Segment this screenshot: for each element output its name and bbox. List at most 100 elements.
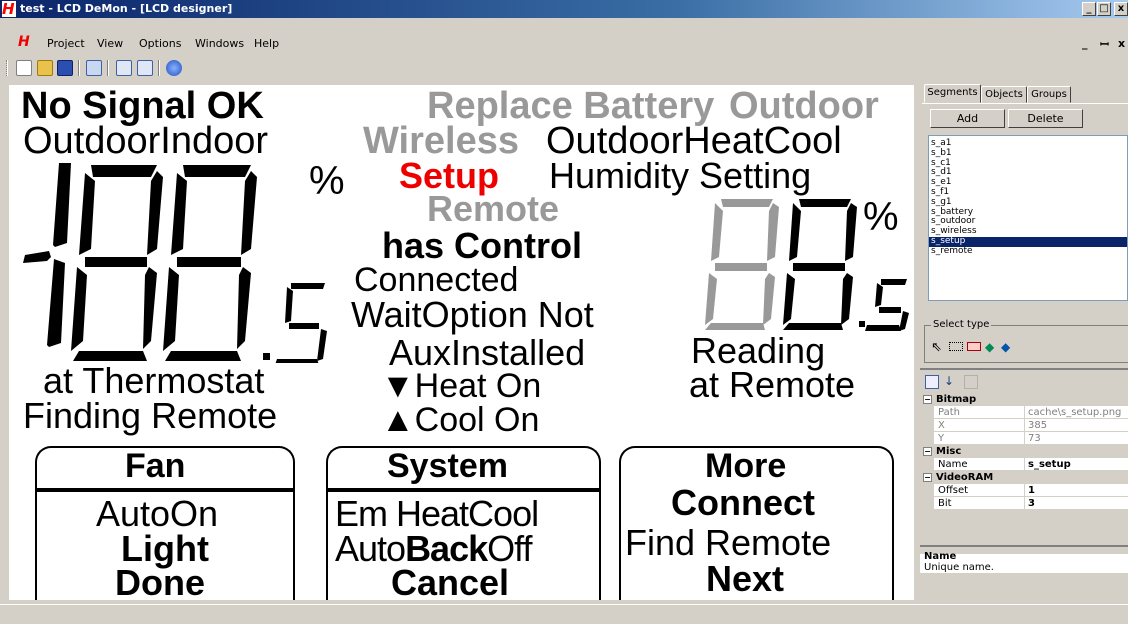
mdi-close-button[interactable]: x: [1118, 37, 1125, 50]
collapse-icon[interactable]: −: [923, 395, 932, 404]
segment-list[interactable]: s_a1 s_b1 s_c1 s_d1 s_e1 s_f1 s_g1 s_bat…: [928, 135, 1128, 301]
category-bitmap[interactable]: − Bitmap: [920, 393, 1128, 406]
lcd-system-cancel: Cancel: [391, 562, 510, 601]
digit-8-right-second: [783, 199, 857, 330]
tab-segments[interactable]: Segments: [924, 84, 981, 103]
toolbar-separator: [107, 60, 109, 76]
toolbar-separator: [158, 60, 160, 76]
lcd-fan-title: Fan: [125, 447, 186, 485]
lcd-fan-done: Done: [115, 562, 205, 601]
property-toolbar: ↓: [920, 368, 1128, 392]
preview-icon[interactable]: [166, 60, 182, 76]
mdi-restore-button[interactable]: ꟷ: [1100, 37, 1109, 52]
layout-icon[interactable]: [137, 60, 153, 76]
tab-objects[interactable]: Objects: [981, 86, 1027, 103]
lcd-system-title: System: [387, 447, 508, 485]
open-icon[interactable]: [37, 60, 53, 76]
segment-mode-icon[interactable]: [116, 60, 132, 76]
save-icon[interactable]: [57, 60, 73, 76]
menu-view[interactable]: View: [97, 37, 123, 50]
lcd-at-thermostat: at Thermostat: [43, 360, 265, 401]
toolbar: [0, 57, 1128, 79]
list-item[interactable]: s_a1: [929, 138, 1127, 149]
delete-button[interactable]: Delete: [1008, 109, 1083, 128]
prop-path[interactable]: Path cache\s_setup.png: [920, 406, 1128, 419]
help-title: Name: [924, 551, 957, 562]
lcd-connected: Connected: [354, 261, 519, 299]
close-button[interactable]: x: [1114, 2, 1128, 16]
menu-windows[interactable]: Windows: [195, 37, 244, 50]
fan-divider: [37, 488, 293, 492]
list-item[interactable]: s_d1: [929, 168, 1127, 178]
help-text: Unique name.: [924, 562, 994, 573]
list-item[interactable]: s_c1: [929, 158, 1127, 169]
lcd-finding-remote: Finding Remote: [23, 395, 278, 436]
list-item[interactable]: s_e1: [929, 177, 1127, 188]
property-pages-icon[interactable]: [964, 375, 978, 389]
prop-x[interactable]: X 385: [920, 419, 1128, 432]
right-panel: Segments Objects Groups Add Delete s_a1 …: [920, 84, 1128, 600]
prop-y[interactable]: Y 73: [920, 432, 1128, 445]
lcd-system-em-heat-cool: Em HeatCool: [335, 493, 539, 534]
menu-help[interactable]: Help: [254, 37, 279, 50]
system-divider: [328, 488, 599, 492]
toolbar-separator: [78, 60, 80, 76]
select-type-group: Select type ⇖ ◆ ◆: [924, 319, 1128, 363]
menu-project[interactable]: Project: [47, 37, 85, 50]
lcd-has-control: has Control: [382, 225, 583, 266]
categorized-icon[interactable]: [925, 375, 939, 389]
maximize-button[interactable]: □: [1097, 2, 1111, 16]
prop-name[interactable]: Name s_setup: [920, 458, 1128, 471]
add-button[interactable]: Add: [930, 109, 1005, 128]
leading-one: [23, 163, 71, 347]
alphabetical-icon[interactable]: ↓: [944, 374, 954, 388]
minimize-button[interactable]: _: [1082, 2, 1096, 16]
digit-8-first: [71, 165, 163, 361]
list-item[interactable]: s_f1: [929, 187, 1127, 198]
property-help: Name Unique name.: [920, 545, 1128, 600]
right-decimal-point: [859, 321, 865, 327]
lcd-more-connect: Connect: [671, 482, 815, 523]
rect-select-icon[interactable]: [949, 342, 963, 351]
lcd-at-remote: at Remote: [689, 364, 856, 405]
prop-offset[interactable]: Offset 1: [920, 484, 1128, 497]
fill-tool-icon[interactable]: ◆: [985, 340, 994, 354]
category-misc[interactable]: − Misc: [920, 445, 1128, 458]
bitmap-select-icon[interactable]: [967, 342, 981, 351]
prop-bit[interactable]: Bit 3: [920, 497, 1128, 510]
digit-8-second: [163, 165, 257, 361]
collapse-icon[interactable]: −: [923, 447, 932, 456]
tab-divider: [922, 103, 1128, 104]
select-type-label: Select type: [931, 319, 992, 330]
lcd-fan-auto-on: AutoOn: [96, 493, 219, 534]
digit-8-right-first: [705, 199, 779, 330]
print-icon[interactable]: [86, 60, 102, 76]
left-decimal-point: [263, 353, 270, 360]
lcd-more-find-remote: Find Remote: [625, 522, 832, 563]
new-icon[interactable]: [16, 60, 32, 76]
title-bar: H test - LCD DeMon - [LCD designer] _ □ …: [0, 0, 1128, 18]
segments-pane: Segments Objects Groups Add Delete s_a1 …: [920, 84, 1128, 317]
app-icon[interactable]: H: [2, 1, 16, 17]
lcd-heat-on: ▼Heat On: [381, 367, 542, 405]
category-videoram[interactable]: − VideoRAM: [920, 471, 1128, 484]
pointer-tool-icon[interactable]: ⇖: [931, 340, 942, 355]
lcd-more-next: Next: [706, 558, 785, 599]
mdi-minimize-button[interactable]: _: [1082, 37, 1088, 50]
toolbar-grip[interactable]: [6, 60, 8, 76]
fill-alt-tool-icon[interactable]: ◆: [1001, 340, 1010, 354]
lcd-canvas[interactable]: No Signal OK OutdoorIndoor Replace Batte…: [9, 85, 914, 600]
lcd-more-title: More: [705, 447, 787, 485]
lcd-right-percent: %: [863, 195, 899, 239]
lcd-cool-on: ▲Cool On: [381, 401, 540, 439]
mdi-app-icon[interactable]: H: [18, 34, 30, 50]
list-item[interactable]: s_b1: [929, 148, 1127, 159]
lcd-outdoor-indoor: OutdoorIndoor: [23, 120, 269, 162]
lcd-aux-installed: AuxInstalled: [389, 332, 586, 373]
list-item[interactable]: s_remote: [929, 246, 1127, 257]
lcd-humidity-setting: Humidity Setting: [549, 155, 812, 196]
collapse-icon[interactable]: −: [923, 473, 932, 482]
tab-groups[interactable]: Groups: [1027, 86, 1071, 103]
menu-options[interactable]: Options: [139, 37, 181, 50]
status-bar: [0, 604, 1128, 624]
